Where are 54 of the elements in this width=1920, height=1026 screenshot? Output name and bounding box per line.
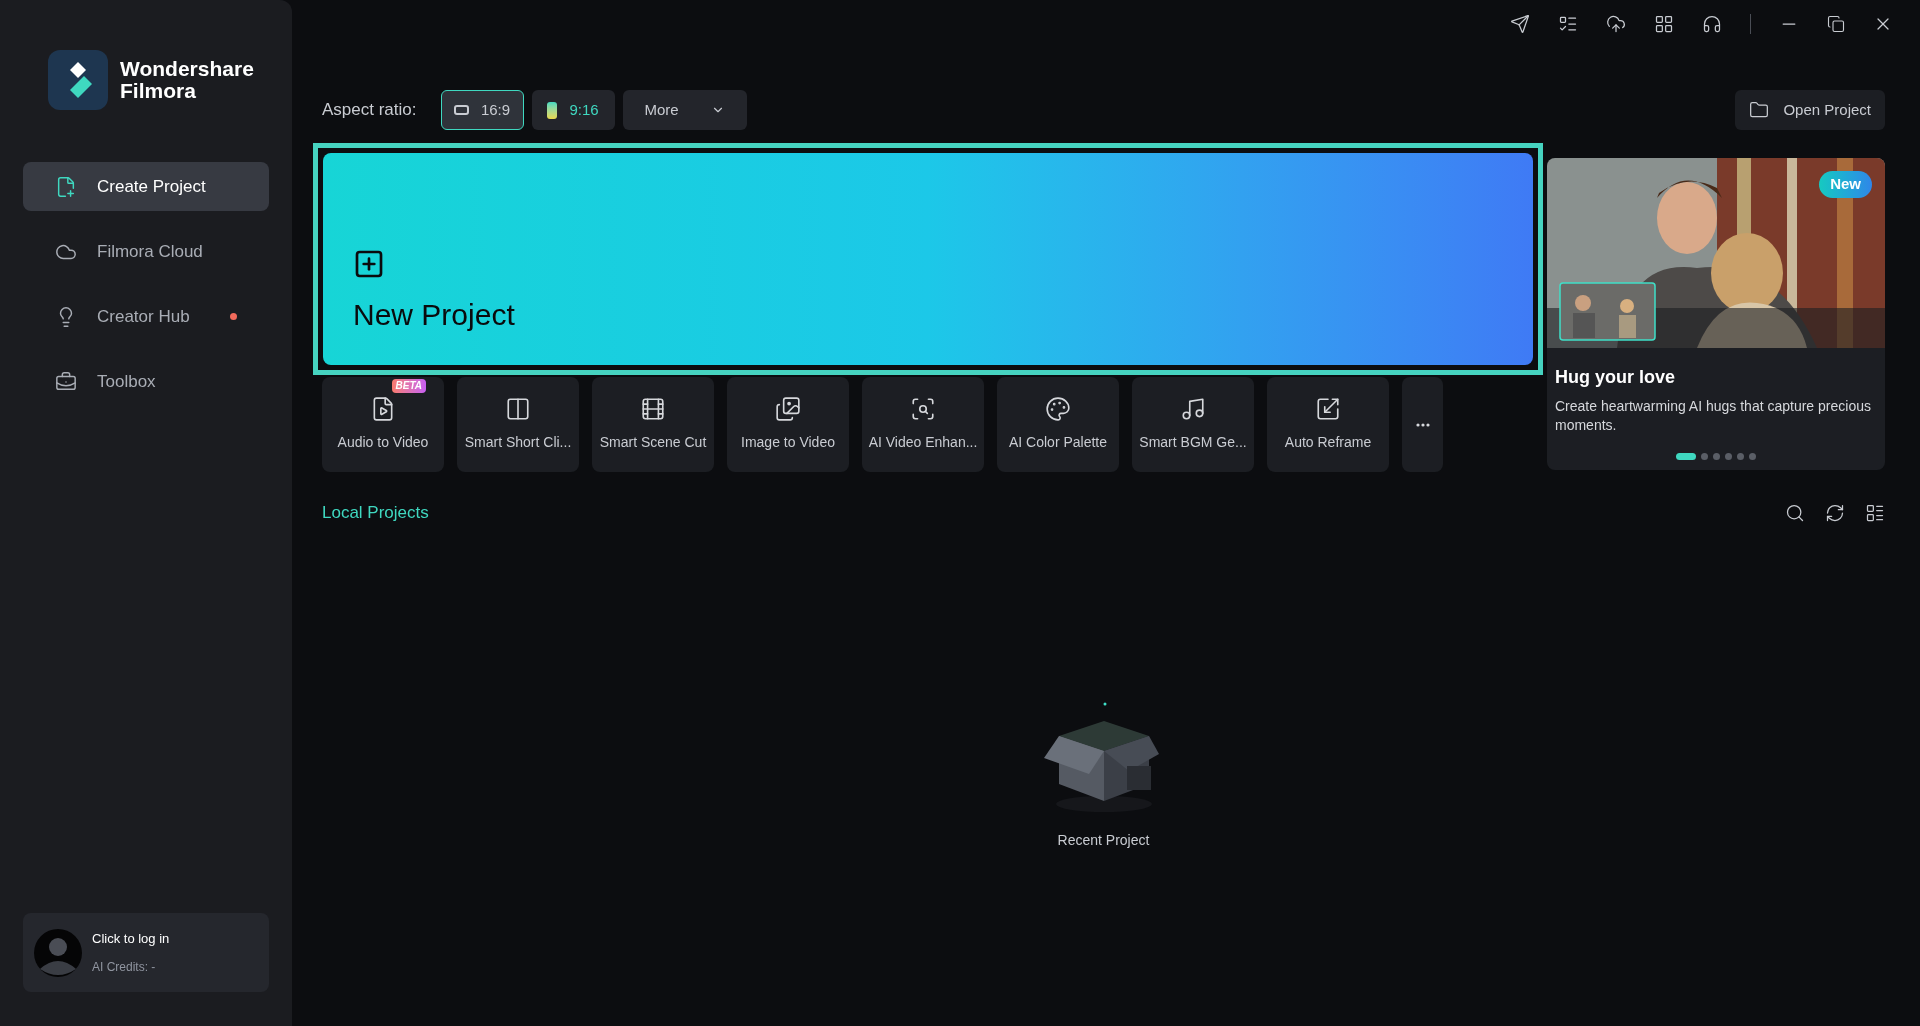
new-badge: New — [1819, 171, 1872, 198]
open-project-button[interactable]: Open Project — [1735, 90, 1885, 130]
sidebar-item[interactable]: Create Project — [23, 162, 269, 211]
resize-icon — [1315, 396, 1341, 422]
headset-icon[interactable] — [1702, 14, 1722, 34]
ai-credits: AI Credits: - — [92, 959, 157, 977]
aspect-ratio-option[interactable]: 9:16 — [531, 90, 615, 130]
promo-description: Create heartwarming AI hugs that capture precious moments. — [1554, 397, 1872, 435]
tool-tile[interactable]: AI Video Enhan... — [862, 377, 984, 472]
avatar-icon — [34, 928, 82, 977]
aspect-ratio-label: Aspect ratio: — [322, 99, 417, 122]
empty-state-label: Recent Project — [1057, 830, 1150, 850]
promo-title: Hug your love — [1554, 366, 1676, 389]
tool-tile[interactable]: Smart BGM Ge... — [1132, 377, 1254, 472]
sidebar-item[interactable]: Filmora Cloud — [23, 227, 269, 276]
local-projects-title: Local Projects — [322, 502, 429, 524]
folder-icon — [1749, 100, 1770, 120]
ellipsis-icon — [1415, 422, 1430, 427]
send-icon[interactable] — [1510, 14, 1530, 34]
list-view-icon[interactable] — [1865, 502, 1885, 523]
refresh-icon[interactable] — [1825, 502, 1845, 523]
cloud-icon[interactable] — [1606, 14, 1626, 34]
plus-square-icon — [353, 248, 385, 280]
app-logo — [48, 50, 108, 110]
tool-tile[interactable]: Image to Video — [727, 377, 849, 472]
toolbox-icon — [55, 370, 77, 393]
login-link[interactable]: Click to log in — [92, 928, 170, 949]
file-plus-icon — [55, 175, 77, 198]
account-card[interactable]: Click to log in AI Credits: - — [23, 913, 269, 992]
tool-tile[interactable]: Auto Reframe — [1267, 377, 1389, 472]
promo-card[interactable]: New Hug your love Create heartwarming AI hugs that capture precious moments. — [1547, 158, 1885, 470]
more-dropdown[interactable]: More — [622, 90, 747, 130]
landscape-icon — [453, 105, 469, 115]
tool-tile[interactable]: Smart Short Cli... — [457, 377, 579, 472]
tool-tile[interactable]: AI Color Palette — [997, 377, 1119, 472]
tool-tile[interactable]: Smart Scene Cut — [592, 377, 714, 472]
palette-icon — [1045, 396, 1071, 422]
portrait-icon — [547, 101, 558, 119]
split-panel-icon — [505, 396, 531, 422]
beta-badge: BETA — [391, 379, 426, 393]
tool-tile[interactable]: BETA Audio to Video — [322, 377, 444, 472]
app-name: Filmora — [120, 80, 197, 102]
film-icon — [640, 396, 666, 422]
sidebar-item[interactable]: Creator Hub — [23, 292, 269, 341]
app-name: Wondershare — [120, 58, 254, 80]
scan-icon — [910, 396, 936, 422]
search-icon[interactable] — [1785, 502, 1805, 523]
sidebar-item[interactable]: Toolbox — [23, 357, 269, 406]
images-icon — [775, 396, 801, 422]
grid-icon[interactable] — [1654, 14, 1674, 34]
restore-icon[interactable] — [1827, 15, 1845, 33]
music-note-icon — [1180, 396, 1206, 422]
new-project-card[interactable]: New Project — [323, 153, 1533, 365]
aspect-ratio-option[interactable]: 16:9 — [440, 90, 524, 130]
